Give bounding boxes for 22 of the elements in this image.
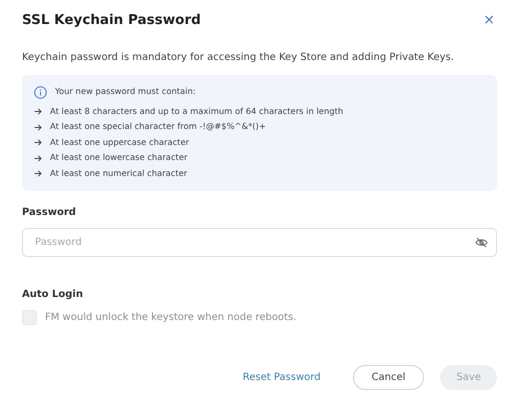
eye-slash-icon[interactable] <box>475 237 488 248</box>
field-label: Password <box>22 206 77 220</box>
password-field[interactable]: Password <box>22 228 497 258</box>
cancel-button[interactable]: Cancel <box>352 365 424 390</box>
requirement-text: At least one special character from -!@#$%^&*()+ <box>50 120 266 134</box>
dialog-title: SSL Keychain Password <box>22 11 201 30</box>
reset-password-link[interactable]: Reset Password <box>226 365 337 390</box>
close-button[interactable]: × <box>481 13 497 28</box>
requirement-text: At least 8 characters and up to a maximum of 64 characters in length <box>50 104 344 118</box>
info-heading: Your new password must contain: <box>55 85 196 98</box>
arrow-icon <box>34 124 42 130</box>
arrow-icon <box>34 108 42 115</box>
field-label: Auto Login <box>22 288 84 302</box>
checkbox-label: FM would unlock the keystore when node reboots. <box>45 311 296 326</box>
arrow-icon <box>34 139 42 146</box>
arrow-icon <box>34 154 42 162</box>
requirement-text: At least one numerical character <box>50 166 188 180</box>
requirement-text: At least one uppercase character <box>50 136 190 149</box>
description-text: Keychain password is mandatory for accessing the Key Store and adding Private Keys. <box>22 51 455 66</box>
requirement-text: At least one lowercase character <box>50 151 188 164</box>
arrow-icon <box>34 170 42 177</box>
info-icon <box>34 86 47 98</box>
